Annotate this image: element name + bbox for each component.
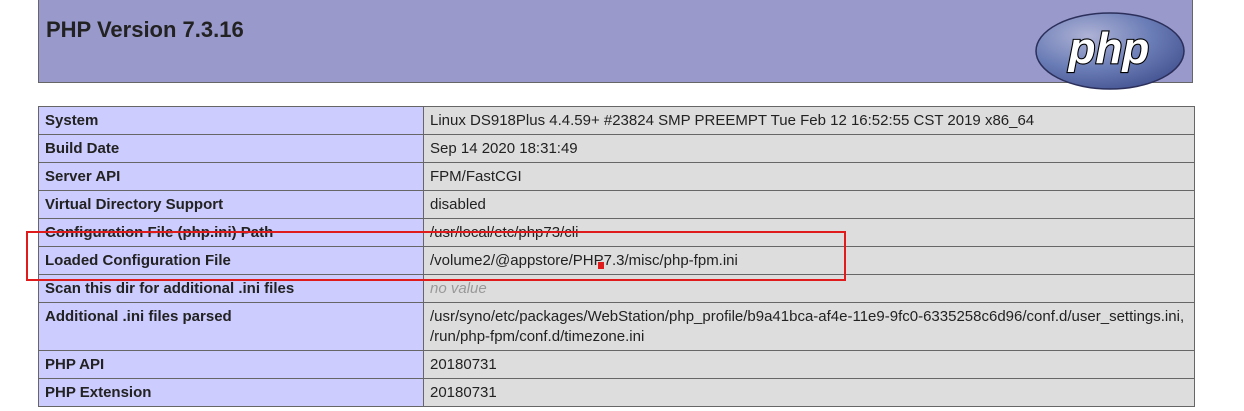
row-value: /usr/syno/etc/packages/WebStation/php_pr… bbox=[423, 302, 1195, 351]
row-label: PHP API bbox=[38, 350, 424, 379]
row-value: 20180731 bbox=[423, 378, 1195, 407]
cursor-marker bbox=[598, 262, 604, 269]
no-value-text: no value bbox=[430, 280, 487, 297]
table-row: Server API FPM/FastCGI bbox=[38, 162, 1195, 191]
row-label: Server API bbox=[38, 162, 424, 191]
row-label: Build Date bbox=[38, 134, 424, 163]
row-value: no value bbox=[423, 274, 1195, 303]
row-label: Virtual Directory Support bbox=[38, 190, 424, 219]
row-value: FPM/FastCGI bbox=[423, 162, 1195, 191]
table-row: Build Date Sep 14 2020 18:31:49 bbox=[38, 134, 1195, 163]
table-row: PHP API 20180731 bbox=[38, 350, 1195, 379]
php-logo-text: php bbox=[1068, 24, 1150, 73]
page-title: PHP Version 7.3.16 bbox=[46, 17, 244, 42]
row-value: /usr/local/etc/php73/cli bbox=[423, 218, 1195, 247]
row-value: Linux DS918Plus 4.4.59+ #23824 SMP PREEM… bbox=[423, 106, 1195, 135]
table-row: System Linux DS918Plus 4.4.59+ #23824 SMP… bbox=[38, 106, 1195, 135]
row-value: /volume2/@appstore/PHP7.3/misc/php-fpm.i… bbox=[423, 246, 1195, 275]
table-row: Loaded Configuration File/volume2/@appst… bbox=[38, 246, 1195, 275]
row-value: Sep 14 2020 18:31:49 bbox=[423, 134, 1195, 163]
row-label: System bbox=[38, 106, 424, 135]
row-label: Loaded Configuration File bbox=[38, 246, 424, 275]
table-row: Additional .ini files parsed/usr/syno/et… bbox=[38, 302, 1195, 351]
row-label: Configuration File (php.ini) Path bbox=[38, 218, 424, 247]
info-table: System Linux DS918Plus 4.4.59+ #23824 SMP… bbox=[38, 106, 1195, 407]
php-logo-icon: php bbox=[1035, 12, 1185, 90]
row-label: Scan this dir for additional .ini files bbox=[38, 274, 424, 303]
table-row: Scan this dir for additional .ini files n… bbox=[38, 274, 1195, 303]
table-row: Configuration File (php.ini) Path/usr/lo… bbox=[38, 218, 1195, 247]
row-label: PHP Extension bbox=[38, 378, 424, 407]
row-label: Additional .ini files parsed bbox=[38, 302, 424, 351]
table-row: PHP Extension 20180731 bbox=[38, 378, 1195, 407]
table-row: Virtual Directory Support disabled bbox=[38, 190, 1195, 219]
phpinfo-page: PHP Version 7.3.16 php System Linux DS918… bbox=[0, 0, 1244, 411]
row-value: 20180731 bbox=[423, 350, 1195, 379]
row-value: disabled bbox=[423, 190, 1195, 219]
phpinfo-header: PHP Version 7.3.16 php bbox=[38, 0, 1193, 90]
